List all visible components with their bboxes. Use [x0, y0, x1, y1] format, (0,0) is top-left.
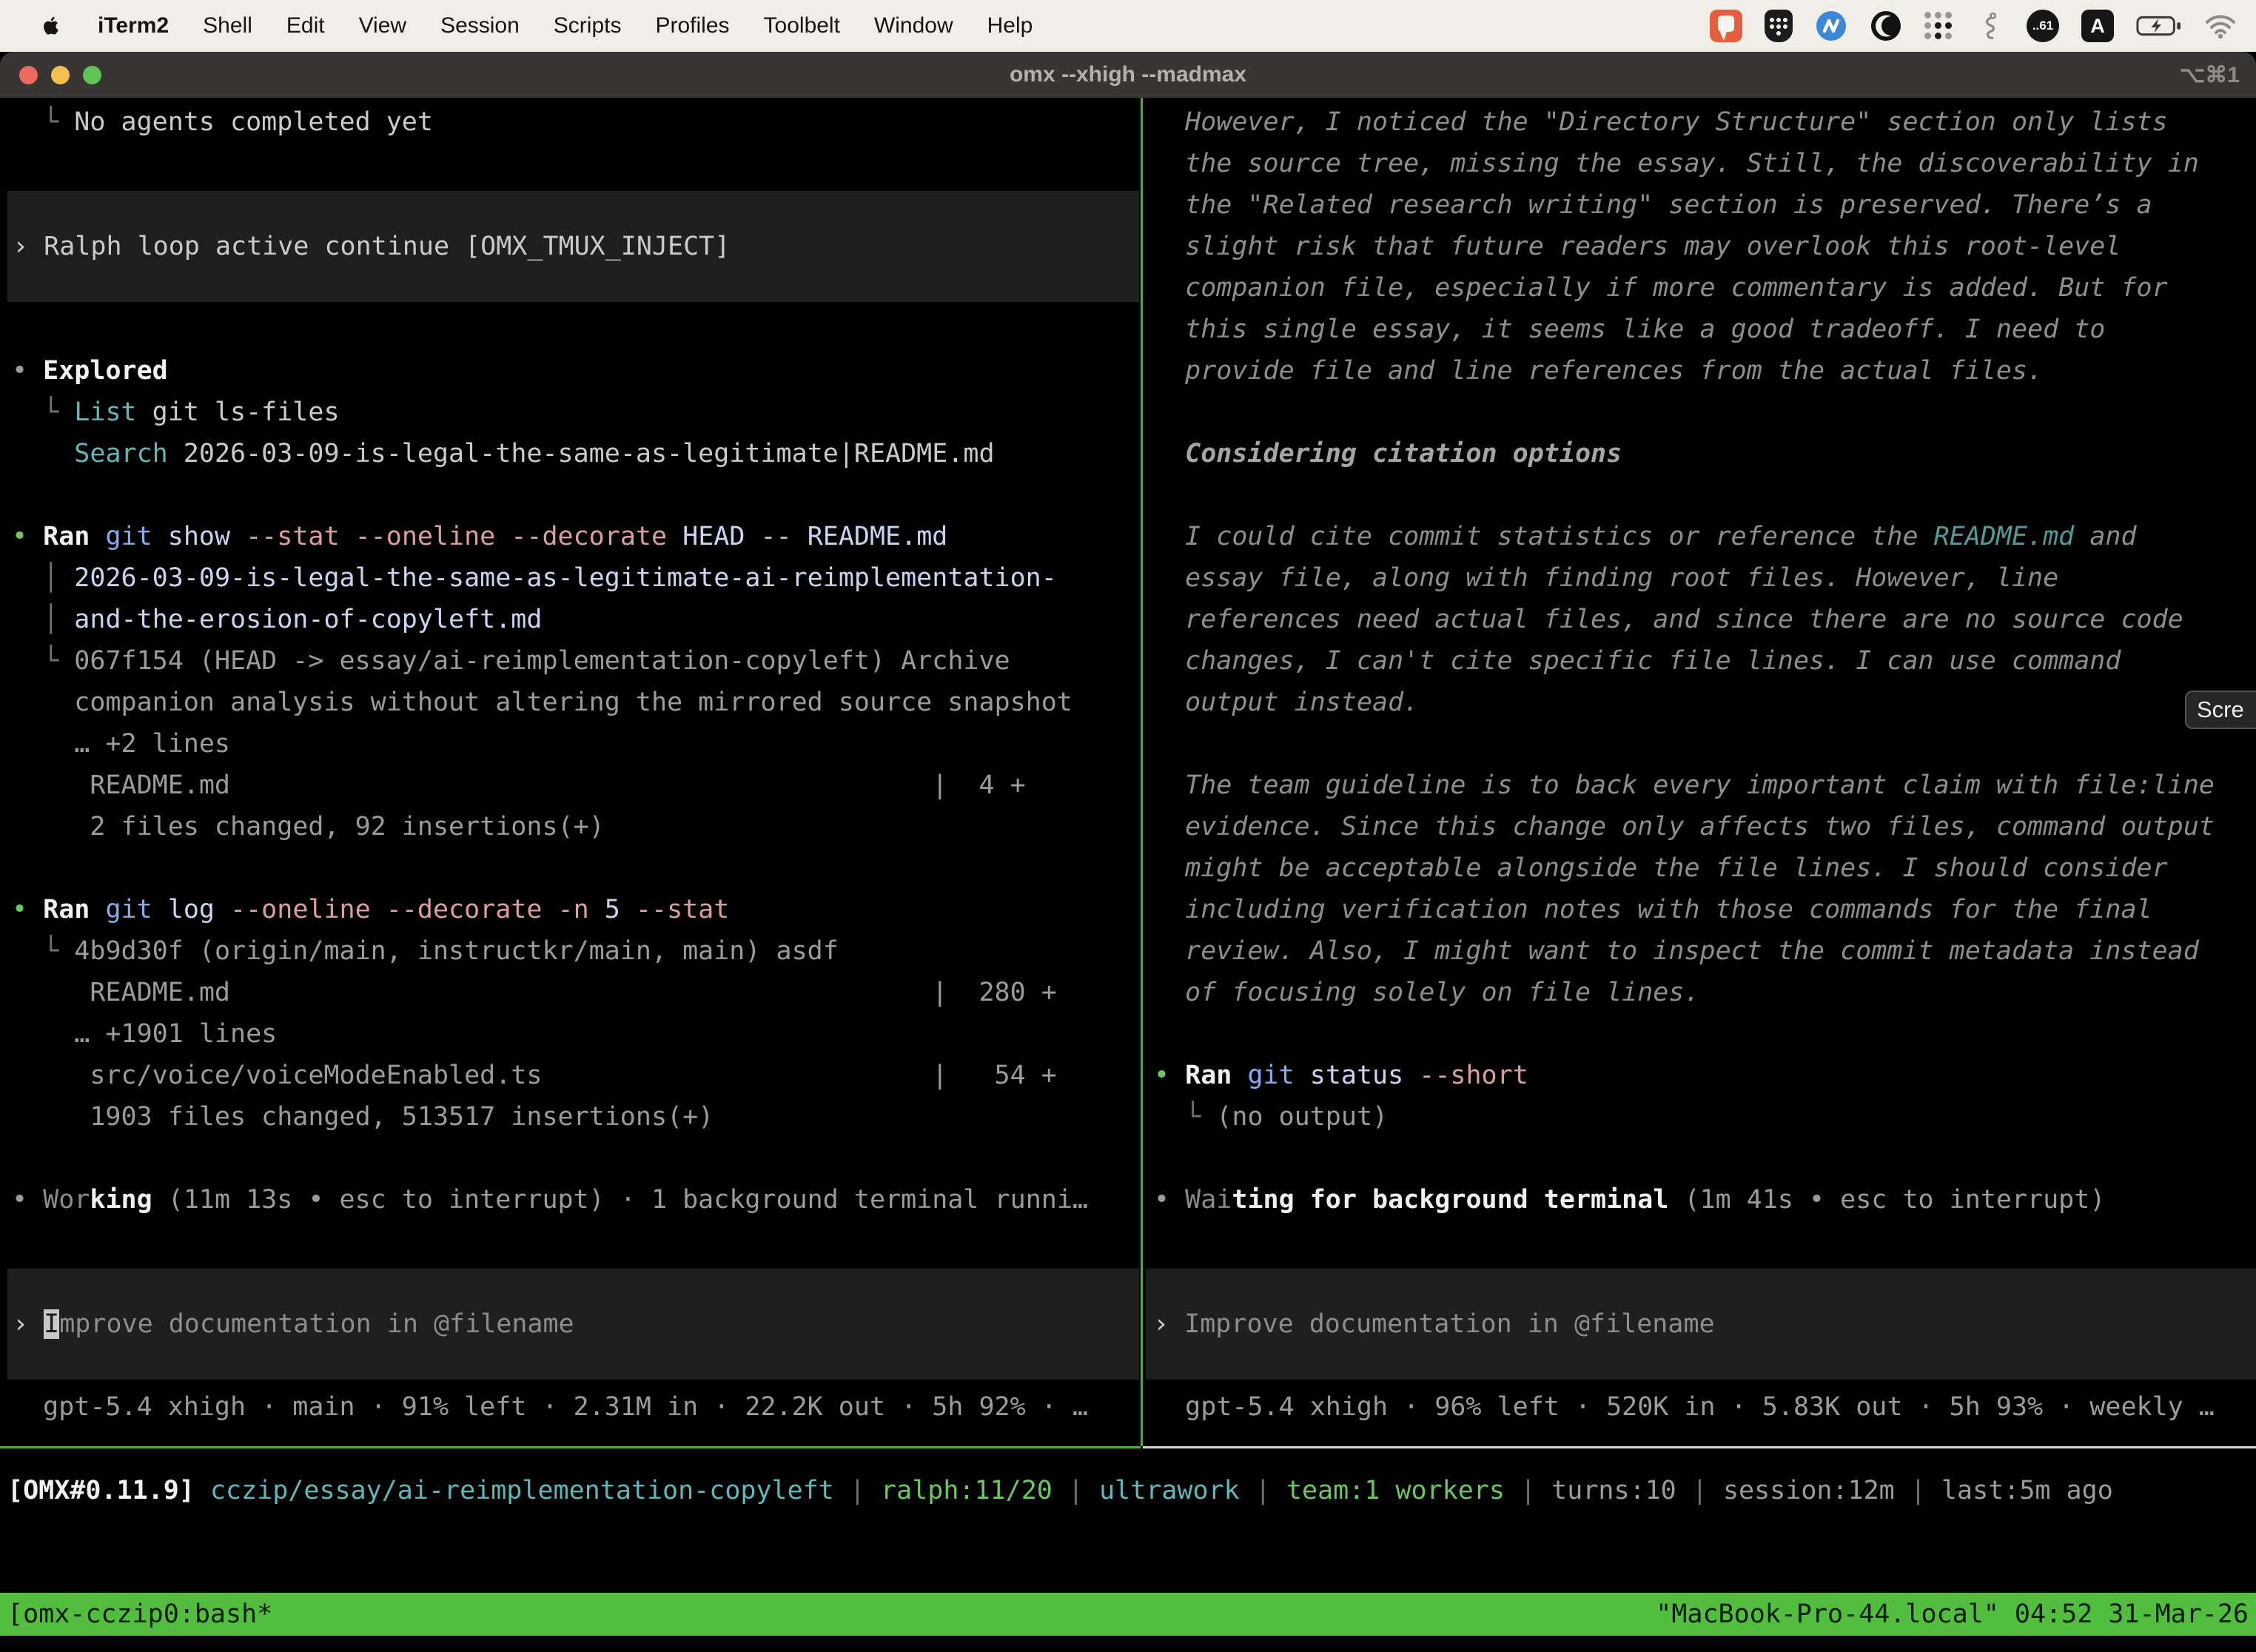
terminal-line: references need actual files, and since …: [1154, 599, 2256, 640]
menu-item-iterm2[interactable]: iTerm2: [98, 13, 169, 38]
left-terminal-pane[interactable]: └ No agents completed yet › Ralph loop ac…: [0, 98, 1152, 1450]
menu-item-scripts[interactable]: Scripts: [554, 13, 622, 38]
terminal-line: gpt-5.4 xhigh · 96% left · 520K in · 5.8…: [1154, 1386, 2256, 1428]
terminal-blank-line: [12, 309, 1152, 350]
prompt-input-box[interactable]: › Ralph loop active continue [OMX_TMUX_I…: [7, 191, 1139, 302]
blue-bolt-icon[interactable]: [1815, 10, 1847, 42]
terminal-line: └ List git ls-files: [12, 392, 1152, 433]
terminal-blank-line: [12, 474, 1152, 516]
menu-item-profiles[interactable]: Profiles: [655, 13, 729, 38]
terminal-blank-line: [1154, 1013, 2256, 1055]
terminal-line: slight risk that future readers may over…: [1154, 226, 2256, 267]
terminal-line: └ (no output): [1154, 1096, 2256, 1138]
terminal-line: • Explored: [12, 350, 1152, 392]
terminal-line: output instead.: [1154, 682, 2256, 723]
terminal-line: • Ran git log --oneline --decorate -n 5 …: [12, 889, 1152, 930]
screen-share-tooltip: Scre: [2185, 691, 2256, 729]
terminal-line: • Waiting for background terminal (1m 41…: [1154, 1179, 2256, 1220]
prompt-input-box[interactable]: › Improve documentation in @filename: [7, 1269, 1139, 1380]
terminal-line: README.md | 4 +: [12, 765, 1152, 806]
terminal-blank-line: [12, 1220, 1152, 1262]
input-source-icon[interactable]: A: [2081, 10, 2114, 42]
terminal-blank-line: [1154, 1220, 2256, 1262]
menu-items: iTerm2 Shell Edit View Session Scripts Profile…: [98, 13, 1033, 38]
dots-grid-icon[interactable]: [1924, 12, 1953, 40]
screen: iTerm2 Shell Edit View Session Scripts Profile…: [0, 0, 2256, 1652]
terminal-line: might be acceptable alongside the file l…: [1154, 847, 2256, 889]
terminal-line: 2 files changed, 92 insertions(+): [12, 806, 1152, 847]
menu-item-shell[interactable]: Shell: [203, 13, 252, 38]
tmux-host-clock: "MacBook-Pro-44.local" 04:52 31-Mar-26: [1656, 1599, 2249, 1629]
wifi-icon[interactable]: [2204, 13, 2237, 39]
omx-session-status-line: [OMX#0.11.9] cczip/essay/ai-reimplementa…: [7, 1470, 2113, 1511]
terminal-line: evidence. Since this change only affects…: [1154, 806, 2256, 847]
terminal-blank-line: [12, 143, 1152, 184]
terminal-blank-line: [12, 1138, 1152, 1179]
inactive-pane-border: [1143, 1446, 2256, 1448]
terminal-line: review. Also, I might want to inspect th…: [1154, 930, 2256, 972]
terminal-line: this single essay, it seems like a good …: [1154, 309, 2256, 350]
terminal-blank-line: [12, 847, 1152, 889]
menu-item-edit[interactable]: Edit: [286, 13, 325, 38]
squiggle-icon[interactable]: [1975, 10, 2004, 42]
window-shortcut-badge: ⌥⌘1: [2180, 62, 2240, 88]
terminal-line: └ 4b9d30f (origin/main, instructkr/main,…: [12, 930, 1152, 972]
terminal-line: └ No agents completed yet: [12, 101, 1152, 143]
terminal-line: of focusing solely on file lines.: [1154, 972, 2256, 1013]
battery-percent-icon[interactable]: ..61: [2027, 10, 2059, 42]
window-title: omx --xhigh --madmax: [0, 62, 2256, 87]
terminal-blank-line: [1154, 723, 2256, 765]
terminal-line: • Ran git show --stat --oneline --decora…: [12, 516, 1152, 557]
menu-item-view[interactable]: View: [359, 13, 406, 38]
tmux-status-bar: [omx-cczip0:bash* "MacBook-Pro-44.local"…: [0, 1593, 2256, 1636]
terminal-line: companion analysis without altering the …: [12, 682, 1152, 723]
terminal-line: I could cite commit statistics or refere…: [1154, 516, 2256, 557]
terminal-line: Considering citation options: [1154, 433, 2256, 474]
terminal-line: companion file, especially if more comme…: [1154, 267, 2256, 309]
terminal-line: README.md | 280 +: [12, 972, 1152, 1013]
terminal-line: the "Related research writing" section i…: [1154, 184, 2256, 226]
terminal-line: However, I noticed the "Directory Struct…: [1154, 101, 2256, 143]
terminal-line: … +1901 lines: [12, 1013, 1152, 1055]
iterm-window: omx --xhigh --madmax ⌥⌘1 └ No agents com…: [0, 52, 2256, 1652]
terminal-line: changes, I can't cite specific file line…: [1154, 640, 2256, 682]
terminal-blank-line: [1154, 1138, 2256, 1179]
terminal-line: Search 2026-03-09-is-legal-the-same-as-l…: [12, 433, 1152, 474]
terminal-line: including verification notes with those …: [1154, 889, 2256, 930]
terminal-line: provide file and line references from th…: [1154, 350, 2256, 392]
title-bar[interactable]: omx --xhigh --madmax ⌥⌘1: [0, 52, 2256, 98]
terminal-line: │ and-the-erosion-of-copyleft.md: [12, 599, 1152, 640]
terminal-line: the source tree, missing the essay. Stil…: [1154, 143, 2256, 184]
battery-icon[interactable]: [2136, 15, 2182, 37]
menu-item-toolbelt[interactable]: Toolbelt: [764, 13, 840, 38]
terminal-line: gpt-5.4 xhigh · main · 91% left · 2.31M …: [12, 1386, 1152, 1428]
menu-item-help[interactable]: Help: [987, 13, 1033, 38]
shield-grid-icon[interactable]: [1765, 10, 1793, 42]
menu-bar: iTerm2 Shell Edit View Session Scripts Profile…: [0, 0, 2256, 52]
crescent-icon[interactable]: [1870, 10, 1902, 42]
terminal-blank-line: [1154, 474, 2256, 516]
terminal-line: essay file, along with finding root file…: [1154, 557, 2256, 599]
terminal-line: src/voice/voiceModeEnabled.ts | 54 +: [12, 1055, 1152, 1096]
prompt-input-box[interactable]: › Improve documentation in @filename: [1146, 1269, 2256, 1380]
menu-item-session[interactable]: Session: [440, 13, 520, 38]
terminal-line: • Working (11m 13s • esc to interrupt) ·…: [12, 1179, 1152, 1220]
right-terminal-pane[interactable]: However, I noticed the "Directory Struct…: [1143, 98, 2256, 1450]
terminal-line: • Ran git status --short: [1154, 1055, 2256, 1096]
tmux-session-name: [omx-cczip0:bash*: [7, 1599, 272, 1629]
terminal-line: └ 067f154 (HEAD -> essay/ai-reimplementa…: [12, 640, 1152, 682]
terminal-line: The team guideline is to back every impo…: [1154, 765, 2256, 806]
chat-app-icon[interactable]: [1710, 10, 1742, 42]
apple-menu-icon[interactable]: [40, 11, 65, 41]
menu-item-window[interactable]: Window: [874, 13, 953, 38]
tooltip-label: Scre: [2197, 696, 2244, 723]
terminal-blank-line: [1154, 392, 2256, 433]
terminal-line: … +2 lines: [12, 723, 1152, 765]
terminal-line: 1903 files changed, 513517 insertions(+): [12, 1096, 1152, 1138]
active-pane-border: [0, 1446, 1141, 1448]
menu-status-icons: ..61 A: [1710, 10, 2237, 42]
terminal-line: │ 2026-03-09-is-legal-the-same-as-legiti…: [12, 557, 1152, 599]
